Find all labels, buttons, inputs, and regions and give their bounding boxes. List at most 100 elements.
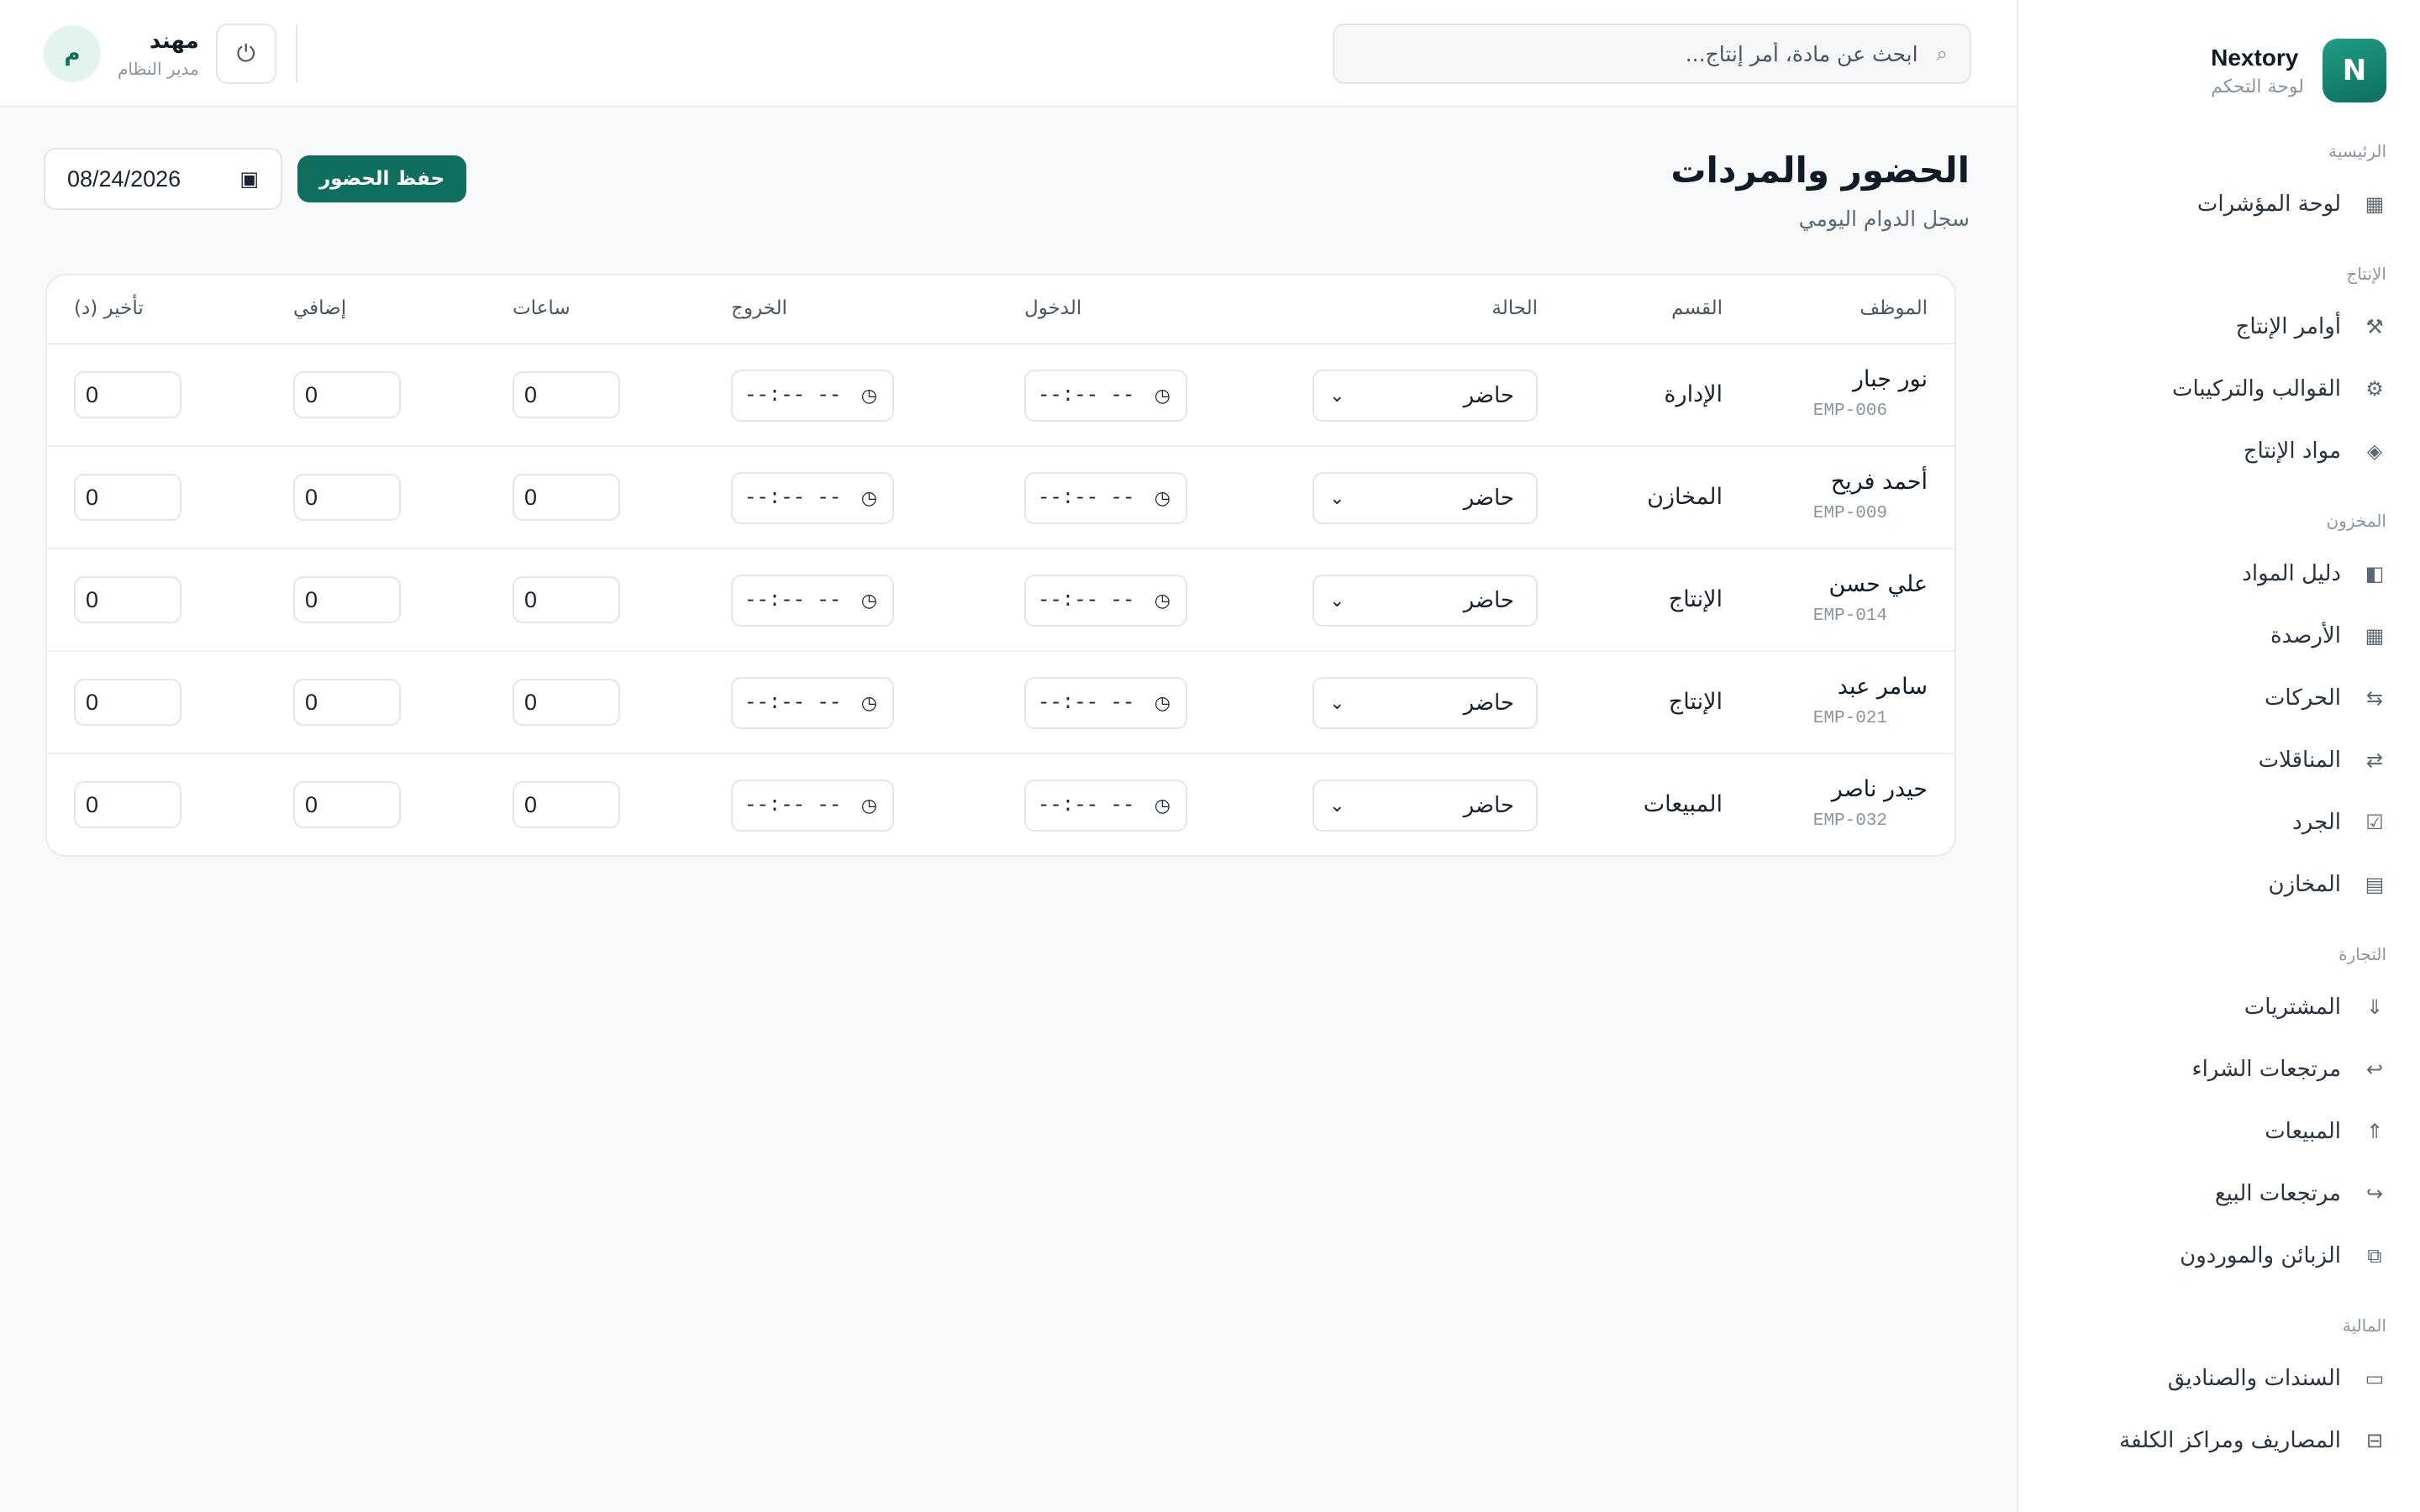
check-in-time-input[interactable]: --:-- -- ◷ [1024,472,1187,524]
sidebar-item-expenses[interactable]: ⊟ المصاريف ومراكز الكلفة [2052,1410,2393,1472]
hours-input[interactable]: 0 [513,474,620,521]
status-select[interactable]: حاضر ⌄ [1313,472,1538,524]
department: الإنتاج [1668,689,1723,715]
overtime-input[interactable]: 0 [293,679,401,726]
clock-icon[interactable]: ◷ [1155,488,1171,509]
chevron-down-icon: ⌄ [1329,692,1345,714]
sidebar-nav: الرئيسية ▦ لوحة المؤشرات الإنتاج ⚒ أوامر… [2018,108,2420,1472]
clock-icon[interactable]: ◷ [861,591,877,612]
header-check-out: الخروج [731,297,787,319]
late-minutes-input[interactable]: 0 [74,576,182,623]
check-out-time-input[interactable]: --:-- -- ◷ [731,677,894,729]
save-attendance-button[interactable]: حفظ الحضور [297,155,467,202]
late-minutes-input[interactable]: 0 [74,474,182,521]
clock-icon[interactable]: ◷ [1155,693,1171,714]
sidebar-item-templates[interactable]: ⚙ القوالب والتركيبات [2052,358,2393,420]
time-value: --:-- -- [1038,794,1135,817]
status-select[interactable]: حاضر ⌄ [1313,780,1538,832]
overtime-input[interactable]: 0 [293,576,401,623]
clock-icon[interactable]: ◷ [1155,795,1171,816]
sidebar-item-purchase-returns[interactable]: ↩ مرتجعات الشراء [2052,1038,2393,1100]
sidebar-item-purchases[interactable]: ⇓ المشتريات [2052,976,2393,1038]
hours-input[interactable]: 0 [513,781,620,828]
hours-input[interactable]: 0 [513,371,620,418]
department: المخازن [1647,484,1723,510]
sidebar-item-label: مرتجعات الشراء [2191,1057,2341,1082]
table-row: أحمد فريح EMP-009 المخازن حاضر ⌄ --:-- -… [47,447,1954,549]
sidebar-item-label: دليل المواد [2242,561,2341,586]
check-in-time-input[interactable]: --:-- -- ◷ [1024,575,1187,627]
brand-text: Nextory لوحة التحكم [2211,45,2304,97]
check-in-time-input[interactable]: --:-- -- ◷ [1024,677,1187,729]
time-value: --:-- -- [744,486,842,510]
late-minutes-input[interactable]: 0 [74,371,182,418]
calendar-icon[interactable]: ▣ [239,167,259,191]
employee-code: EMP-009 [1812,504,1887,523]
hours-input[interactable]: 0 [513,576,620,623]
search-box[interactable]: ⌕ [1333,24,1971,84]
brand-name: Nextory [2211,44,2299,71]
clock-icon[interactable]: ◷ [861,795,877,816]
time-value: --:-- -- [744,589,842,612]
check-out-time-input[interactable]: --:-- -- ◷ [731,575,894,627]
brand-logo[interactable]: N [2323,39,2386,102]
check-in-time-input[interactable]: --:-- -- ◷ [1024,780,1187,832]
header-employee: الموظف [1860,297,1928,319]
check-in-time-input[interactable]: --:-- -- ◷ [1024,370,1187,422]
sidebar-item-sales[interactable]: ⇑ المبيعات [2052,1100,2393,1163]
sidebar-item-dashboard[interactable]: ▦ لوحة المؤشرات [2052,173,2393,235]
sidebar-item-label: الجرد [2292,810,2341,835]
sidebar-item-contacts[interactable]: ⧉ الزبائن والموردون [2052,1225,2393,1287]
status-select[interactable]: حاضر ⌄ [1313,575,1538,627]
checkbox-icon: ☑ [2365,811,2384,834]
nav-group-label: المخزون [2326,511,2386,531]
clock-icon[interactable]: ◷ [861,386,877,407]
sidebar-item-inventory-count[interactable]: ☑ الجرد [2052,791,2393,853]
status-select[interactable]: حاضر ⌄ [1313,370,1538,422]
check-out-time-input[interactable]: --:-- -- ◷ [731,370,894,422]
check-out-time-input[interactable]: --:-- -- ◷ [731,780,894,832]
sidebar-item-vouchers[interactable]: ▭ السندات والصناديق [2052,1347,2393,1410]
gear-icon: ⚙ [2365,377,2384,401]
sidebar-item-label: المبيعات [2265,1119,2341,1144]
sidebar-item-materials-guide[interactable]: ◧ دليل المواد [2052,543,2393,605]
cash-icon: ▭ [2365,1367,2385,1390]
date-picker[interactable]: 08/24/2026 ▣ [44,148,282,210]
table-row: سامر عبد EMP-021 الإنتاج حاضر ⌄ --:-- --… [47,652,1954,754]
time-value: --:-- -- [1038,486,1135,510]
late-minutes-input[interactable]: 0 [74,679,182,726]
user-role: مدير النظام [118,59,199,79]
status-select[interactable]: حاضر ⌄ [1313,677,1538,729]
clock-icon[interactable]: ◷ [1155,386,1171,407]
sidebar-item-sales-returns[interactable]: ↪ مرتجعات البيع [2052,1163,2393,1225]
nav-group-label: الرئيسية [2328,141,2386,161]
employee-name: علي حسن [1828,571,1928,597]
sidebar-item-label: المصاريف ومراكز الكلفة [2119,1428,2341,1453]
status-value: حاضر [1463,486,1514,511]
logout-button[interactable]: ⏻ [215,24,276,84]
factory-icon: ⚒ [2365,315,2384,339]
sidebar-item-transfers[interactable]: ⇄ المناقلات [2052,729,2393,791]
sidebar-item-production-materials[interactable]: ◈ مواد الإنتاج [2052,420,2393,482]
topbar-divider [296,25,297,82]
check-out-time-input[interactable]: --:-- -- ◷ [731,472,894,524]
page-subtitle: سجل الدوام اليومي [1798,207,1970,231]
sidebar-item-warehouses[interactable]: ▤ المخازن [2052,853,2393,916]
date-value: 08/24/2026 [67,165,182,192]
late-minutes-input[interactable]: 0 [74,781,182,828]
sidebar-item-production-orders[interactable]: ⚒ أوامر الإنتاج [2052,296,2393,358]
overtime-input[interactable]: 0 [293,474,401,521]
search-input[interactable] [1356,41,1918,66]
forward-icon: ↪ [2365,1182,2384,1205]
department: الإدارة [1664,381,1723,407]
clock-icon[interactable]: ◷ [861,693,877,714]
clock-icon[interactable]: ◷ [861,488,877,509]
overtime-input[interactable]: 0 [293,371,401,418]
power-icon: ⏻ [236,39,255,66]
sidebar-item-balances[interactable]: ▦ الأرصدة [2052,605,2393,667]
hours-input[interactable]: 0 [513,679,620,726]
overtime-input[interactable]: 0 [293,781,401,828]
sidebar-item-movements[interactable]: ⇆ الحركات [2052,667,2393,729]
avatar[interactable]: م [44,25,101,82]
clock-icon[interactable]: ◷ [1155,591,1171,612]
